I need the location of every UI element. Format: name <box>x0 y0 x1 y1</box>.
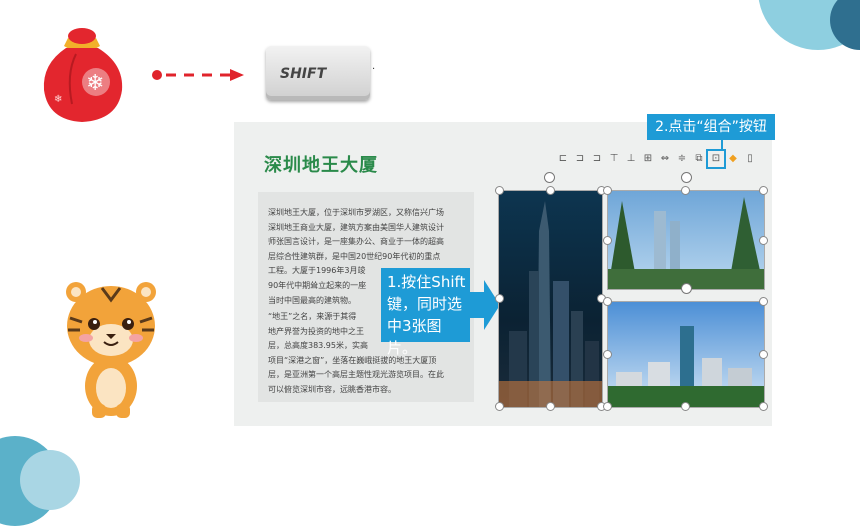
align-middle-icon[interactable]: ⊥ <box>624 152 638 166</box>
text-line: 师张国言设计，是一座集办公、商业于一体的超高 <box>268 237 444 247</box>
dashed-arrow-icon <box>152 69 244 81</box>
group-button[interactable]: ⊡ <box>706 149 726 169</box>
resize-handle[interactable] <box>759 350 768 359</box>
resize-handle[interactable] <box>759 236 768 245</box>
rotate-handle[interactable] <box>544 172 555 183</box>
photo-towers-trees[interactable] <box>607 190 765 290</box>
align-top-icon[interactable]: ⊤ <box>607 152 621 166</box>
distribute-vertical-icon[interactable]: ≑ <box>675 152 689 166</box>
text-line: 深圳地王商业大厦，建筑方案由美国华人建筑设计 <box>268 222 444 232</box>
callout-step-1: 1.按住Shift键，同时选中3张图片。 <box>381 268 470 357</box>
resize-handle[interactable] <box>495 294 504 303</box>
resize-handle[interactable] <box>759 186 768 195</box>
resize-handle[interactable] <box>681 186 690 195</box>
text-line: 深圳地王大厦，位于深圳市罗湖区，又称信兴广场 <box>268 208 444 217</box>
city-skyline-image <box>608 326 764 407</box>
callout-pointer-icon <box>721 139 723 149</box>
text-line: 层，是亚洲第一个高层主题性观光游览项目。在此 <box>268 370 444 380</box>
resize-handle[interactable] <box>495 186 504 195</box>
text-line: 层综合性建筑群，是中国20世纪90年代初的重点 <box>268 251 441 261</box>
slide-title: 深圳地王大厦 <box>264 155 378 176</box>
align-center-icon[interactable]: ⊐ <box>573 152 587 166</box>
photo-tower-night[interactable] <box>498 190 603 408</box>
gift-bag-icon: ❄ ❄ <box>43 28 123 122</box>
towers-trees-image <box>608 197 764 289</box>
arrow-right-icon <box>470 280 500 330</box>
align-right-icon[interactable]: ⊐ <box>590 152 604 166</box>
distribute-horizontal-icon[interactable]: ⇔ <box>658 152 672 166</box>
align-left-icon[interactable]: ⊏ <box>556 152 570 166</box>
more-icon[interactable]: ▯ <box>743 152 757 166</box>
resize-handle[interactable] <box>603 236 612 245</box>
rotate-handle[interactable] <box>681 172 692 183</box>
resize-handle[interactable] <box>759 297 768 306</box>
stray-mark: · <box>372 64 376 75</box>
photo-city-skyline[interactable] <box>607 301 765 408</box>
resize-handle[interactable] <box>546 186 555 195</box>
rotate-handle[interactable] <box>681 283 692 294</box>
text-line: 项目“深港之窗”，坐落在巍峨挺拔的地王大厦顶 <box>268 355 437 365</box>
picture-toolbar: ⊏ ⊐ ⊐ ⊤ ⊥ ⊞ ⇔ ≑ ⧉ ⊡ ◆ ▯ <box>556 149 768 169</box>
shift-key-label: SHIFT <box>280 66 327 82</box>
resize-handle[interactable] <box>759 402 768 411</box>
resize-handle[interactable] <box>681 402 690 411</box>
svg-text:❄: ❄ <box>54 94 62 105</box>
fill-color-icon[interactable]: ◆ <box>726 152 740 166</box>
resize-handle[interactable] <box>495 402 504 411</box>
resize-handle[interactable] <box>603 297 612 306</box>
decor-circle-bottom-left-light <box>20 450 80 510</box>
shift-key-image: SHIFT <box>266 46 370 100</box>
tower-night-image <box>499 201 602 407</box>
resize-handle[interactable] <box>603 350 612 359</box>
resize-handle[interactable] <box>603 402 612 411</box>
text-line: 可以俯览深圳市容，远眺香港市容。 <box>268 384 396 394</box>
bring-forward-icon[interactable]: ⧉ <box>692 152 706 166</box>
tiger-mascot-icon <box>66 282 156 418</box>
align-bottom-icon[interactable]: ⊞ <box>641 152 655 166</box>
resize-handle[interactable] <box>546 402 555 411</box>
resize-handle[interactable] <box>603 186 612 195</box>
svg-text:❄: ❄ <box>86 71 104 96</box>
callout-step-2: 2.点击“组合”按钮 <box>647 114 775 140</box>
